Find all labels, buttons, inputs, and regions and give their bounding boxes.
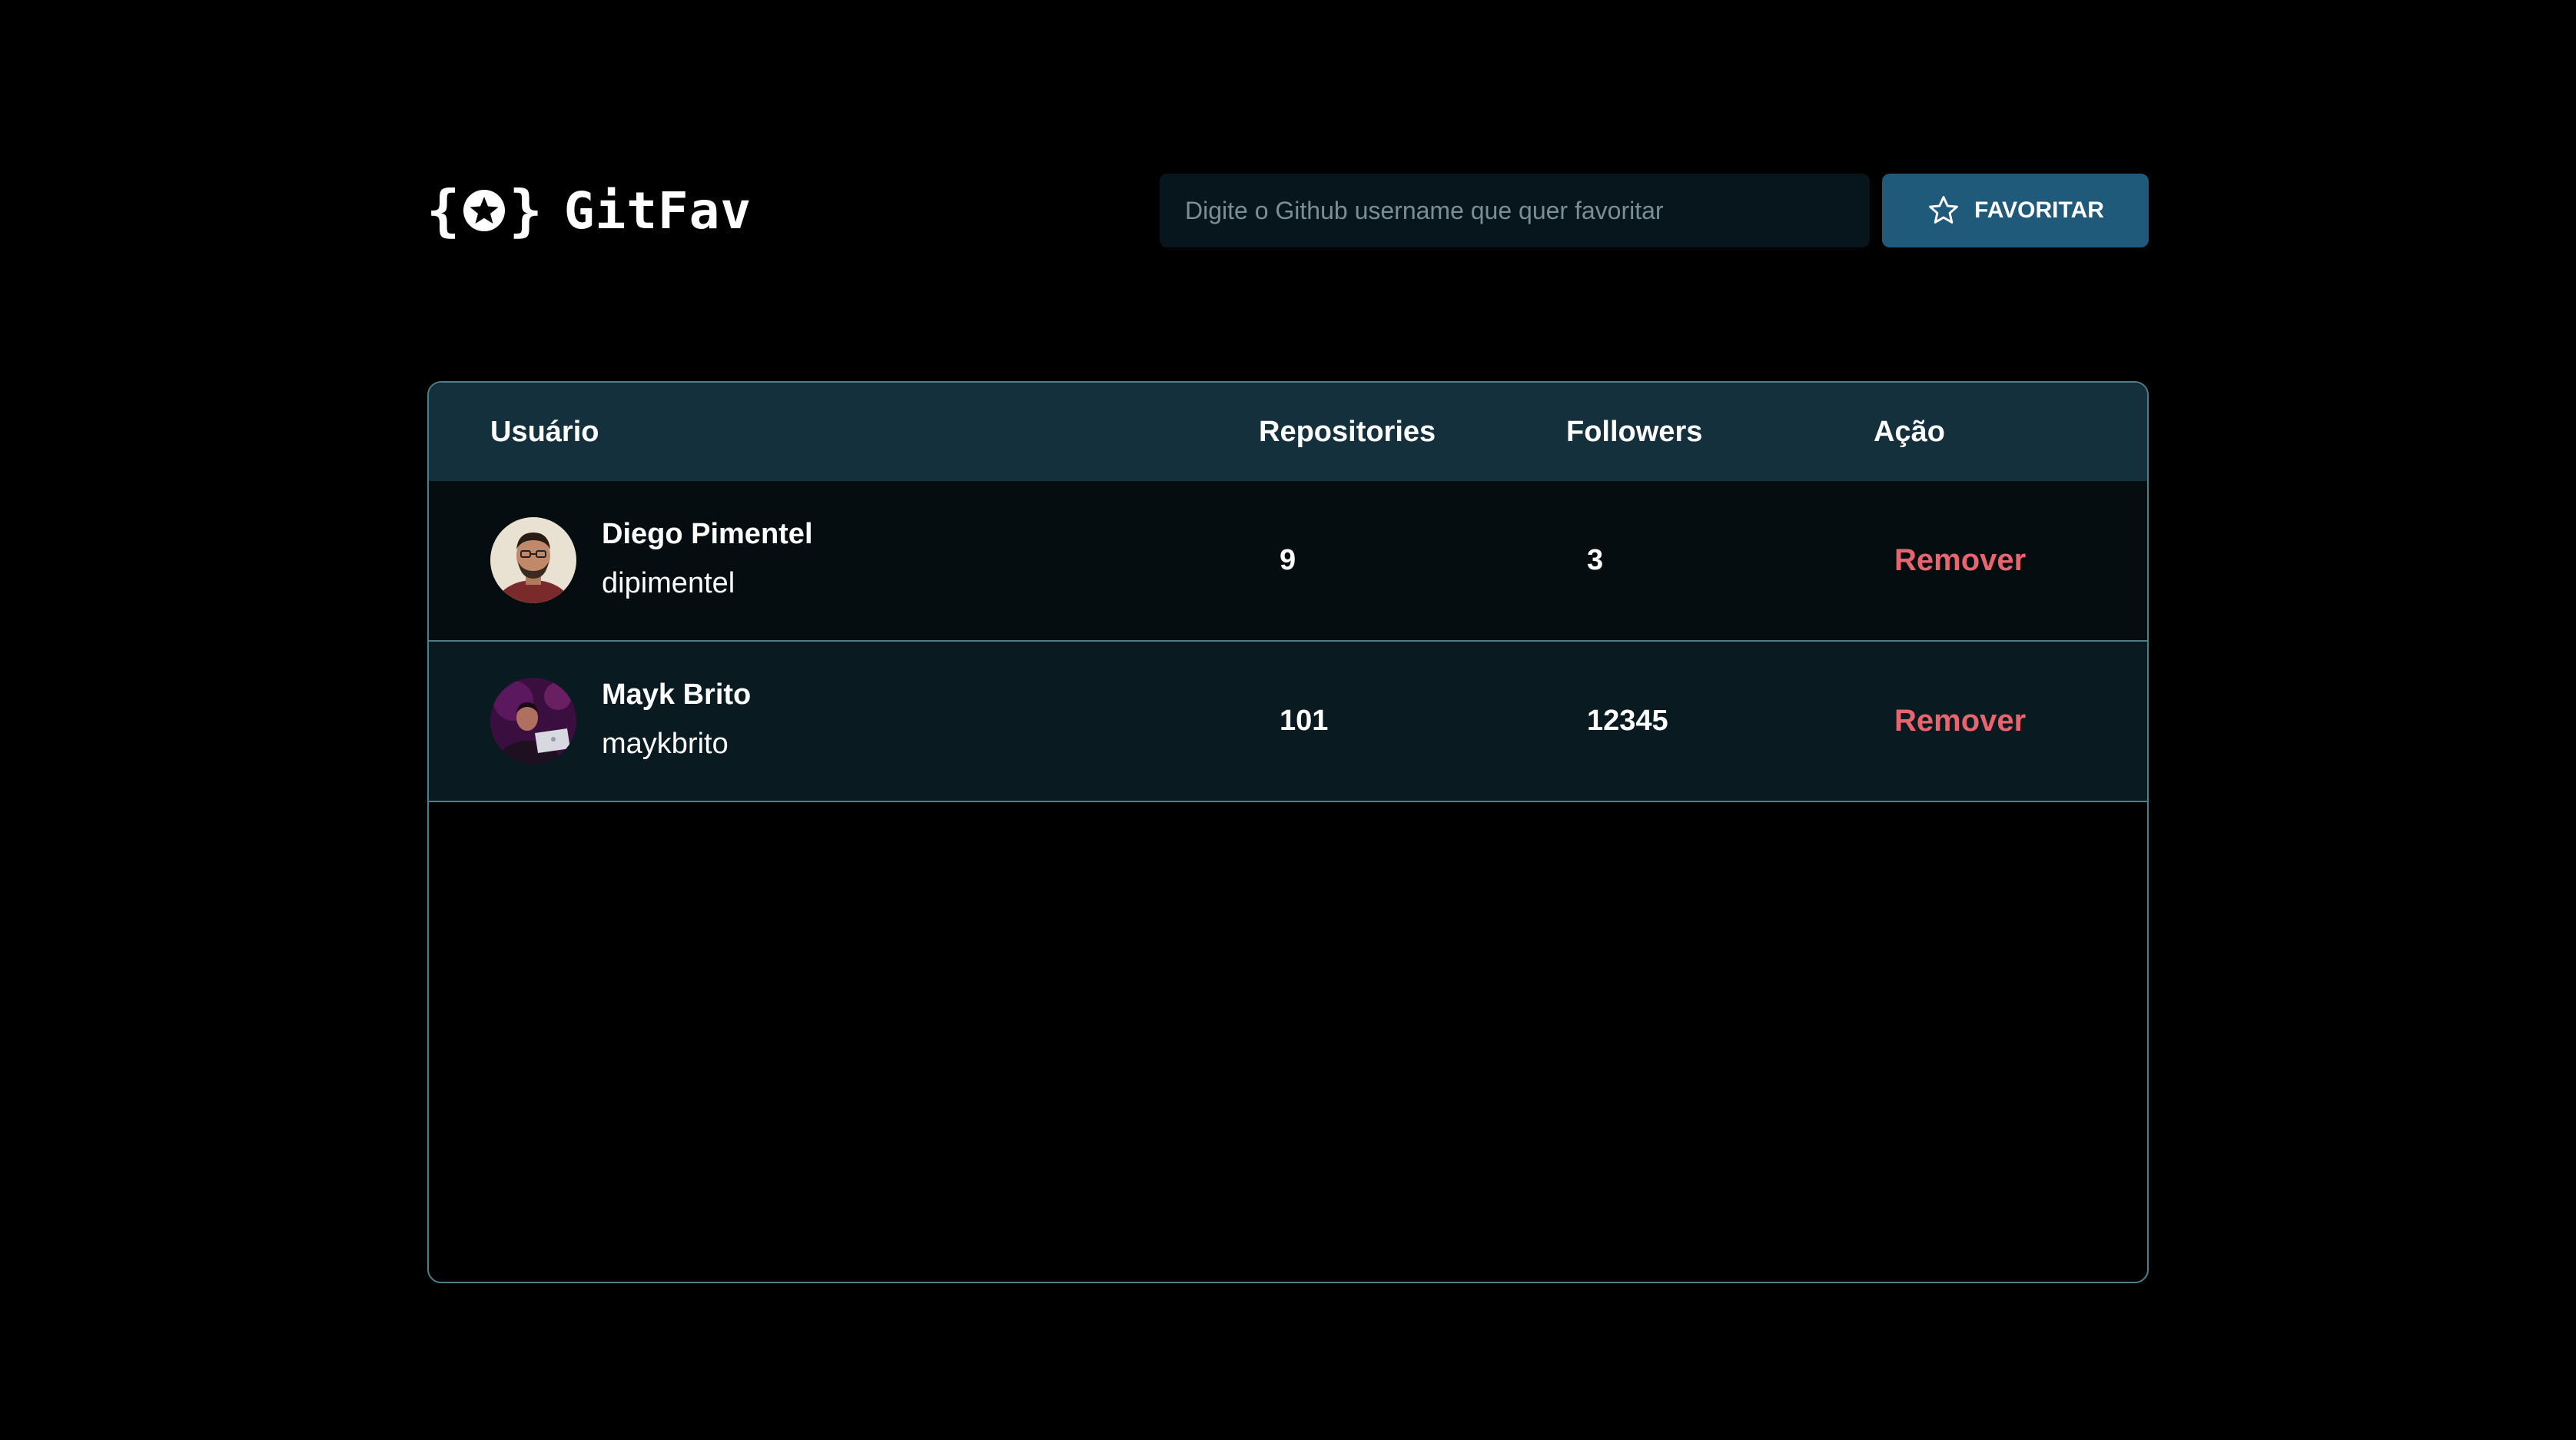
search-input[interactable] bbox=[1160, 174, 1870, 247]
page: { } GitFav FAVORITAR Usuário Repositorie… bbox=[0, 0, 2576, 1440]
column-header-action: Ação bbox=[1874, 416, 1945, 448]
user-login: maykbrito bbox=[602, 728, 729, 760]
header: { } GitFav FAVORITAR bbox=[427, 174, 2149, 247]
column-header-followers: Followers bbox=[1566, 416, 1703, 448]
favorite-button-label: FAVORITAR bbox=[1974, 197, 2104, 223]
table-header: Usuário Repositories Followers Ação bbox=[429, 383, 2147, 481]
favorites-table: Usuário Repositories Followers Ação Dieg… bbox=[427, 381, 2149, 1283]
repositories-count: 9 bbox=[1280, 544, 1296, 576]
user-name: Mayk Brito bbox=[602, 679, 752, 711]
followers-count: 3 bbox=[1587, 544, 1604, 576]
repositories-count: 101 bbox=[1280, 705, 1329, 737]
table-row: Mayk Brito maykbrito 101 12345 Remover bbox=[429, 642, 2147, 802]
star-badge-icon bbox=[463, 190, 506, 231]
logo: { } GitFav bbox=[427, 174, 752, 247]
logo-icon: { } bbox=[427, 178, 543, 243]
followers-count: 12345 bbox=[1587, 705, 1668, 737]
column-header-user: Usuário bbox=[490, 416, 599, 448]
user-name: Diego Pimentel bbox=[602, 518, 813, 550]
app-title: GitFav bbox=[563, 181, 752, 241]
table-row: Diego Pimentel dipimentel 9 3 Remover bbox=[429, 481, 2147, 642]
column-header-repositories: Repositories bbox=[1259, 416, 1436, 448]
star-outline-icon bbox=[1929, 196, 1958, 224]
remove-button[interactable]: Remover bbox=[1894, 481, 2026, 640]
avatar bbox=[490, 517, 576, 603]
user-login: dipimentel bbox=[602, 567, 735, 599]
remove-button[interactable]: Remover bbox=[1894, 642, 2026, 801]
avatar bbox=[490, 678, 576, 764]
favorite-button[interactable]: FAVORITAR bbox=[1882, 174, 2149, 247]
